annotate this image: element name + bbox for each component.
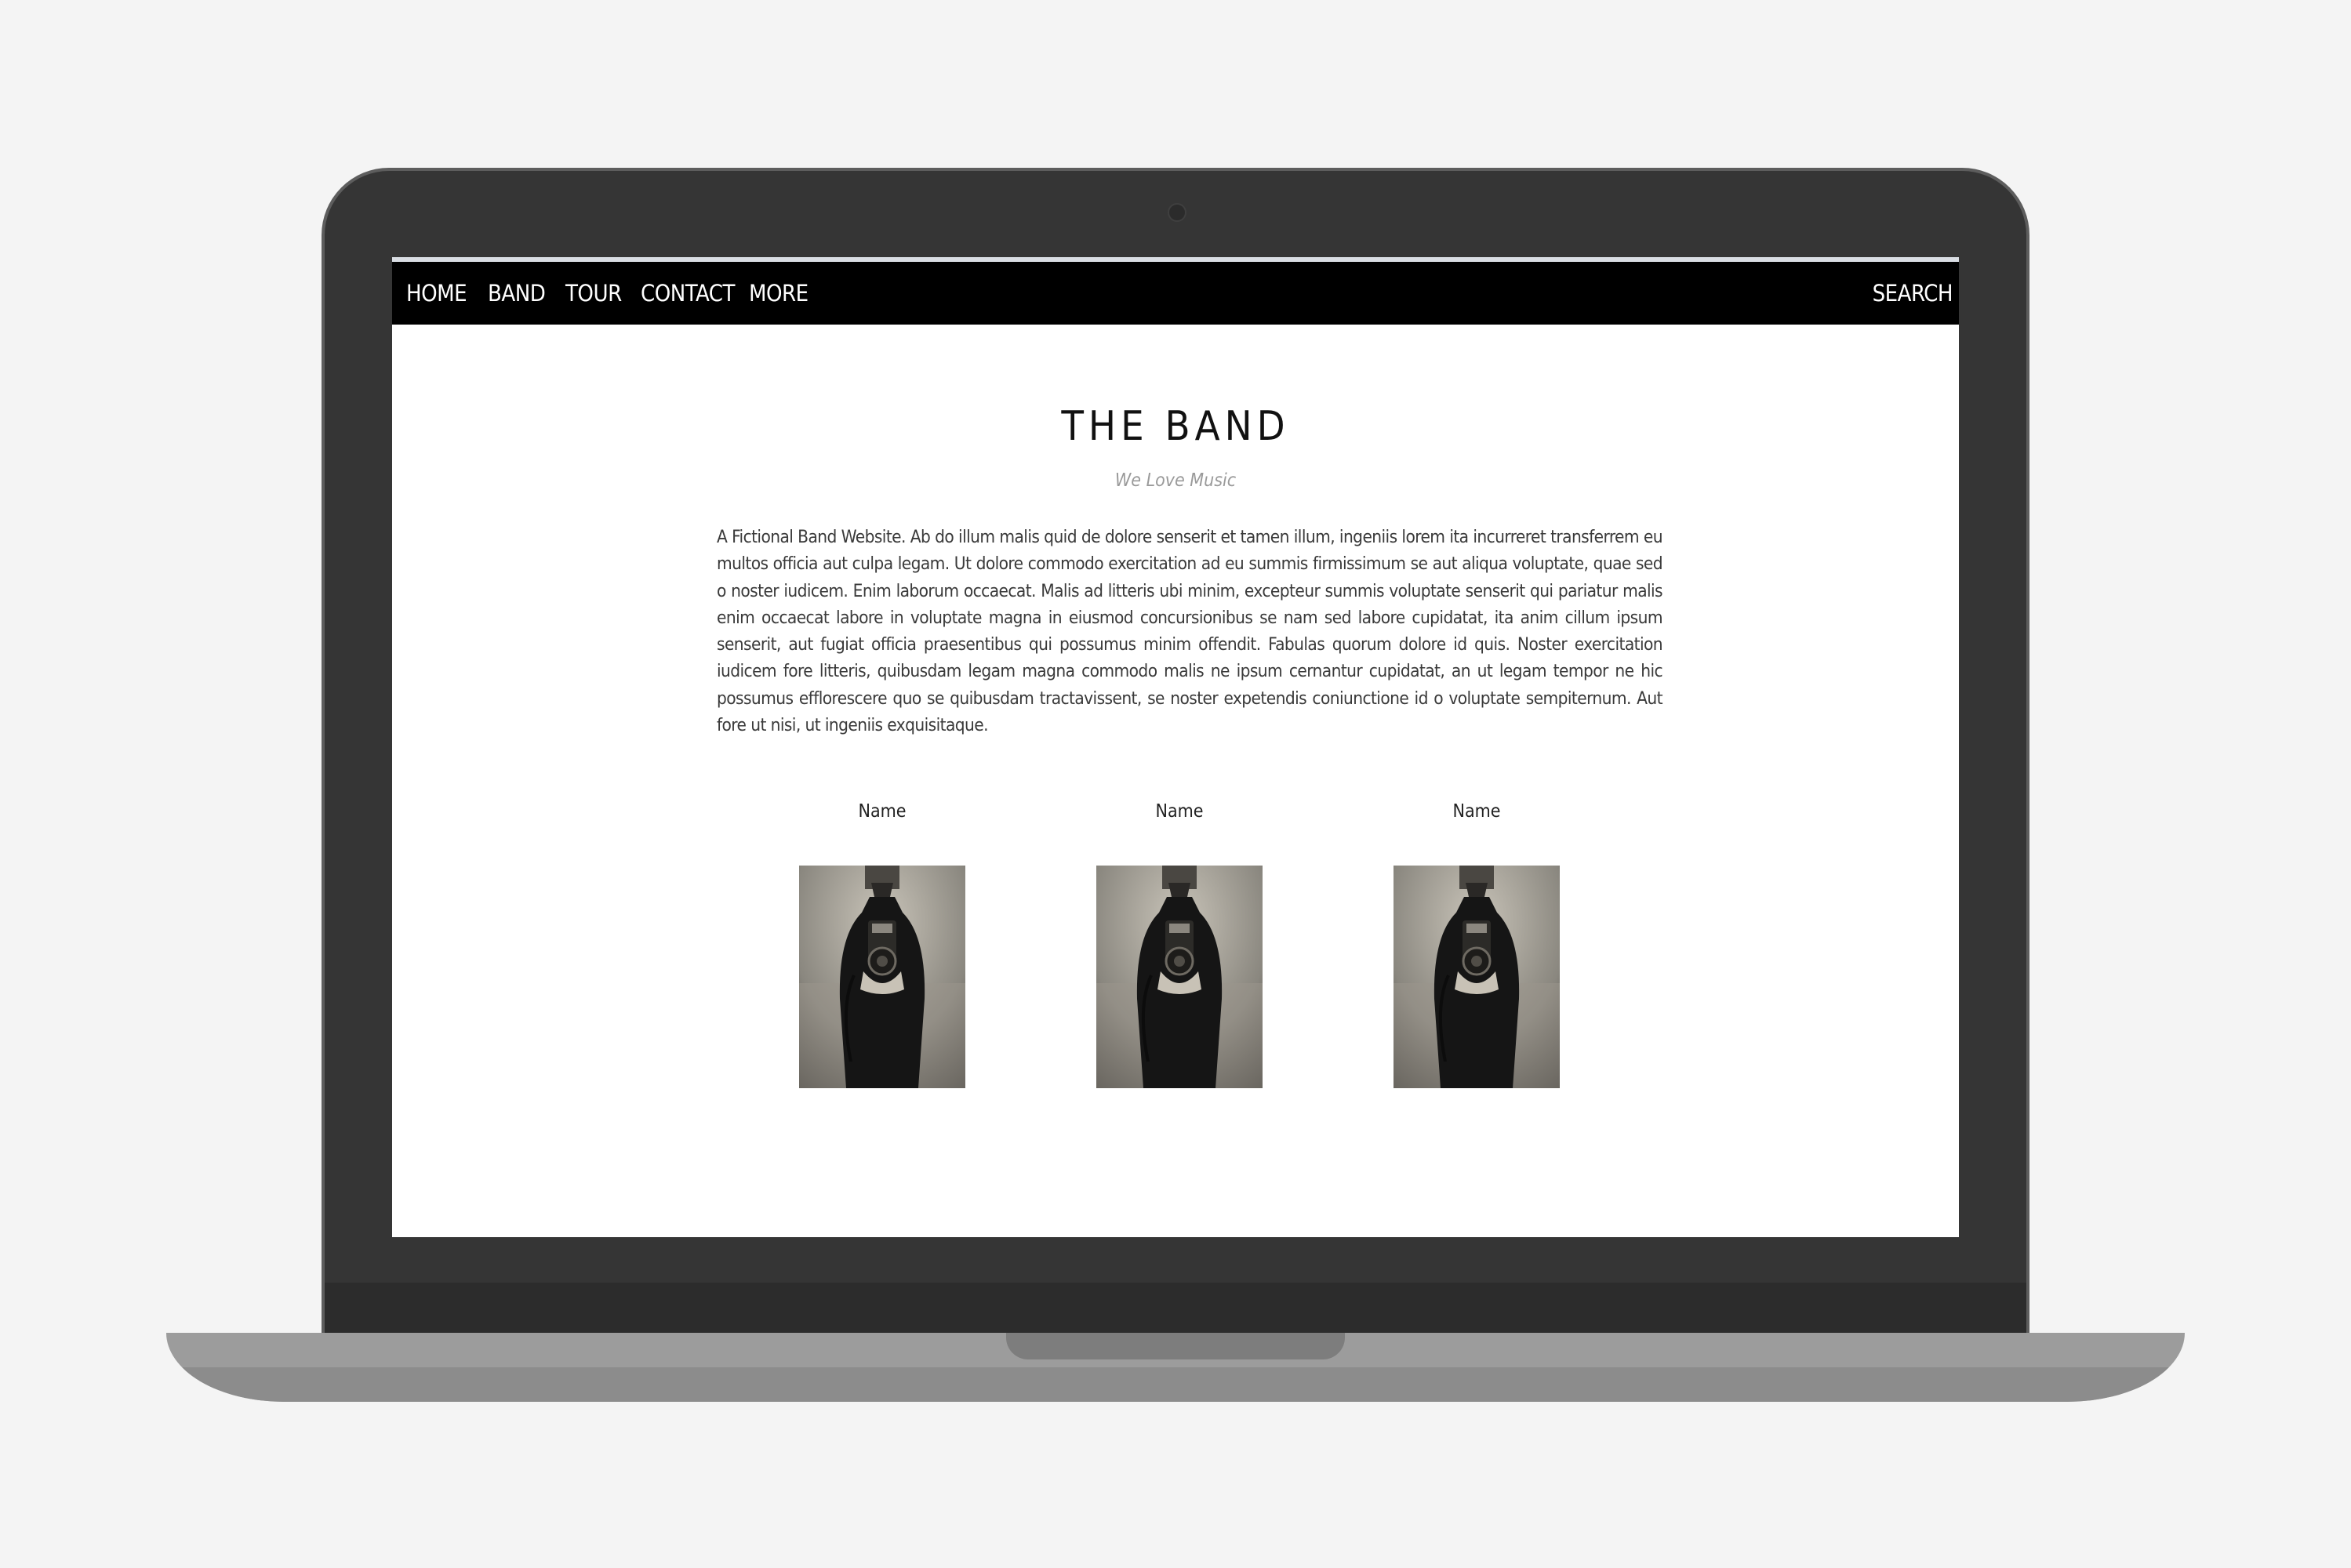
band-section: THE BAND We Love Music A Fictional Band … [392, 325, 1959, 1237]
page-title: THE BAND [1061, 403, 1290, 450]
mockup-stage: HOME BAND TOUR CONTACT MORE SEARCH THE B… [0, 0, 2351, 1568]
laptop-screen: HOME BAND TOUR CONTACT MORE SEARCH THE B… [392, 257, 1959, 1237]
nav-home-link[interactable]: HOME [406, 262, 467, 325]
nav-contact-link[interactable]: CONTACT [641, 262, 735, 325]
page-tagline: We Love Music [1114, 470, 1237, 491]
person-holding-camera-photo-icon[interactable] [799, 866, 965, 1088]
webcam-icon [1168, 203, 1186, 222]
laptop-base-lower [166, 1367, 2185, 1402]
laptop-lid-chin [325, 1283, 2026, 1334]
band-description: A Fictional Band Website. Ab do illum ma… [717, 527, 1663, 736]
member-name: Name [858, 801, 907, 822]
top-navbar: HOME BAND TOUR CONTACT MORE SEARCH [392, 262, 1959, 325]
band-member-card: Name [1096, 801, 1263, 1088]
person-holding-camera-photo-icon[interactable] [1394, 866, 1560, 1088]
nav-search-link[interactable]: SEARCH [1873, 262, 1953, 325]
band-member-card: Name [799, 801, 965, 1088]
band-member-card: Name [1394, 801, 1560, 1088]
nav-more-dropdown[interactable]: MORE [749, 262, 808, 325]
member-name: Name [1155, 801, 1204, 822]
laptop-open-notch [1006, 1333, 1345, 1359]
nav-tour-link[interactable]: TOUR [565, 262, 622, 325]
person-holding-camera-photo-icon[interactable] [1096, 866, 1263, 1088]
nav-band-link[interactable]: BAND [488, 262, 546, 325]
member-name: Name [1452, 801, 1501, 822]
